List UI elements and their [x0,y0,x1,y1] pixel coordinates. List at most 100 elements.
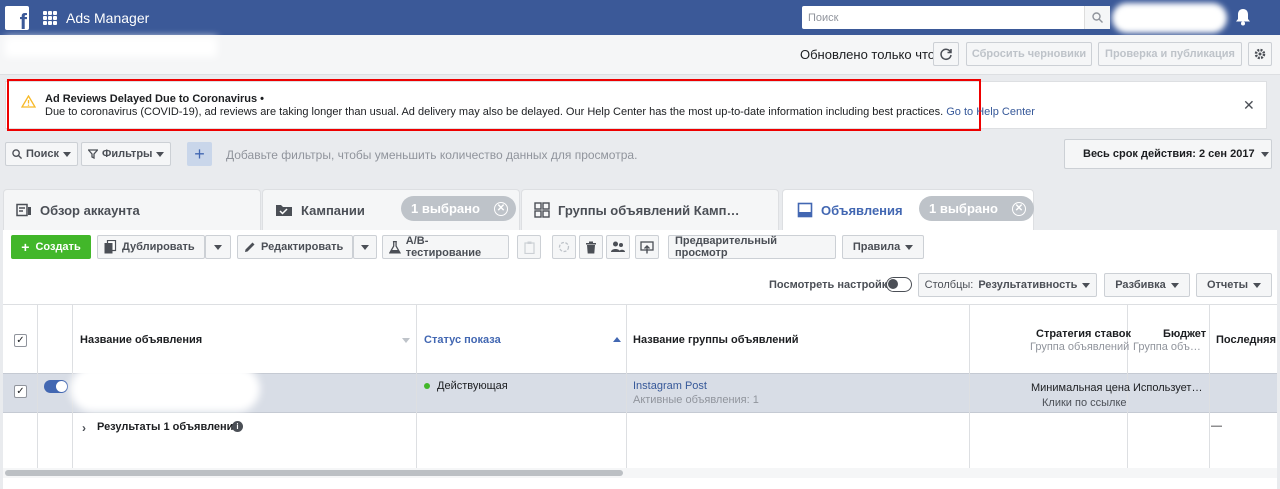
column-header-bid-strategy[interactable]: Стратегия ставок [1036,328,1131,340]
account-overview-icon [16,203,31,217]
duplicate-button[interactable]: Дублировать [97,235,205,259]
account-name-redacted [5,37,217,57]
search-button[interactable] [1084,6,1110,29]
horizontal-scrollbar[interactable] [5,470,623,476]
preview-button[interactable]: Предварительный просмотр [668,235,836,259]
tab-ad-sets[interactable]: Группы объявлений Камп… [521,189,779,230]
results-summary-label: Результаты 1 объявления [97,421,240,433]
gear-icon [1254,48,1266,60]
view-settings-label: Посмотреть настройки [769,279,895,291]
ads-selected-pill[interactable]: 1 выбрано ✕ [919,196,1034,221]
chevron-down-icon [63,151,72,157]
campaigns-selected-pill[interactable]: 1 выбрано ✕ [401,196,516,221]
alert-title: Ad Reviews Delayed Due to Coronavirus • [45,93,265,105]
search-filter-button[interactable]: Поиск [5,142,79,166]
alert-close-icon[interactable]: ✕ [1243,97,1255,114]
refresh-row-button[interactable] [552,235,576,259]
chevron-down-icon [1170,282,1179,288]
clipboard-button[interactable] [517,235,541,259]
sort-icon[interactable] [402,338,410,343]
plus-icon: + [194,143,205,164]
alert-message: Due to coronavirus (COVID-19), ad review… [45,106,1035,118]
active-status-dot [424,383,430,389]
filter-icon [88,149,98,159]
info-icon[interactable]: i [232,421,243,432]
ab-test-button[interactable]: A/B-тестирование [382,235,509,259]
bid-strategy-value: Минимальная цена [1031,382,1131,394]
refresh-icon [940,48,952,61]
export-button[interactable] [635,235,659,259]
facebook-logo[interactable]: f [5,5,29,30]
delete-button[interactable] [579,235,603,259]
audience-button[interactable] [606,235,630,259]
trash-icon [586,241,596,253]
rules-button[interactable]: Правила [842,235,924,259]
column-header-budget-sub: Группа объ… [1133,341,1201,353]
select-all-checkbox[interactable]: ✓ [14,334,27,347]
clear-selection-icon[interactable]: ✕ [493,201,508,216]
reports-button[interactable]: Отчеты [1196,273,1272,297]
breakdown-button[interactable]: Разбивка [1104,273,1190,297]
updated-status: Обновлено только что [800,47,936,62]
column-header-bid-strategy-sub: Группа объявлений [1030,341,1130,353]
column-divider [416,304,417,468]
sort-ascending-icon[interactable] [613,337,621,342]
row-checkbox[interactable]: ✓ [14,385,27,398]
review-publish-button[interactable]: Проверка и публикация [1098,42,1242,66]
search-input[interactable] [802,11,1110,24]
reset-drafts-button[interactable]: Сбросить черновики [966,42,1092,66]
column-header-last[interactable]: Последняя [1216,334,1276,346]
chevron-down-icon [361,244,369,250]
add-filter-button[interactable]: + [187,142,212,166]
export-icon [640,240,654,253]
create-button[interactable]: + Создать [11,235,91,259]
column-header-delivery[interactable]: Статус показа [424,334,501,346]
column-divider [1209,304,1210,468]
apps-grid-icon[interactable] [43,10,57,25]
flask-icon [389,240,401,254]
edit-options-button[interactable] [353,235,377,259]
tab-account-overview[interactable]: Обзор аккаунта [3,189,261,230]
warning-icon [21,95,36,108]
ad-status-toggle[interactable] [44,380,68,393]
delivery-status: Действующая [437,380,508,392]
filters-button[interactable]: Фильтры [81,142,172,166]
adset-active-ads: Активные объявления: 1 [633,394,759,406]
people-icon [611,241,625,252]
duplicate-icon [104,240,117,254]
app-title[interactable]: Ads Manager [66,10,149,26]
search-icon [1092,12,1103,23]
column-divider [37,304,38,468]
edit-button[interactable]: Редактировать [237,235,353,259]
clear-selection-icon[interactable]: ✕ [1011,201,1026,216]
adset-name-link[interactable]: Instagram Post [633,380,707,392]
alert-highlight-frame [7,79,981,131]
help-center-link[interactable]: Go to Help Center [946,106,1035,118]
refresh-button[interactable] [933,42,959,66]
column-divider [626,304,627,468]
user-profile-redacted[interactable] [1112,3,1227,33]
spinner-icon [558,241,570,253]
date-range-button[interactable]: Весь срок действия: 2 сен 2017 [1064,139,1272,169]
column-header-adset-name[interactable]: Название группы объявлений [633,334,799,346]
search-box[interactable] [802,6,1110,29]
settings-button[interactable] [1248,42,1272,66]
ad-name-redacted[interactable] [70,366,260,412]
chevron-down-icon [905,244,914,250]
columns-button[interactable]: Столбцы: Результативность [918,273,1097,297]
summary-last-value: — [1211,420,1222,432]
bid-strategy-sub-value: Клики по ссылке [1042,397,1127,409]
search-icon [12,149,22,159]
column-divider [969,304,970,468]
duplicate-options-button[interactable] [205,235,231,259]
chevron-down-icon [1260,151,1269,157]
chevron-right-icon[interactable]: › [82,421,86,435]
view-settings-toggle[interactable] [886,277,912,292]
filter-hint: Добавьте фильтры, чтобы уменьшить количе… [226,148,638,162]
ad-icon [797,202,813,218]
pencil-icon [245,242,255,252]
chevron-down-icon [156,151,165,157]
column-header-budget[interactable]: Бюджет [1163,328,1206,340]
column-header-ad-name[interactable]: Название объявления [80,334,202,346]
notifications-bell-icon[interactable] [1235,8,1251,26]
